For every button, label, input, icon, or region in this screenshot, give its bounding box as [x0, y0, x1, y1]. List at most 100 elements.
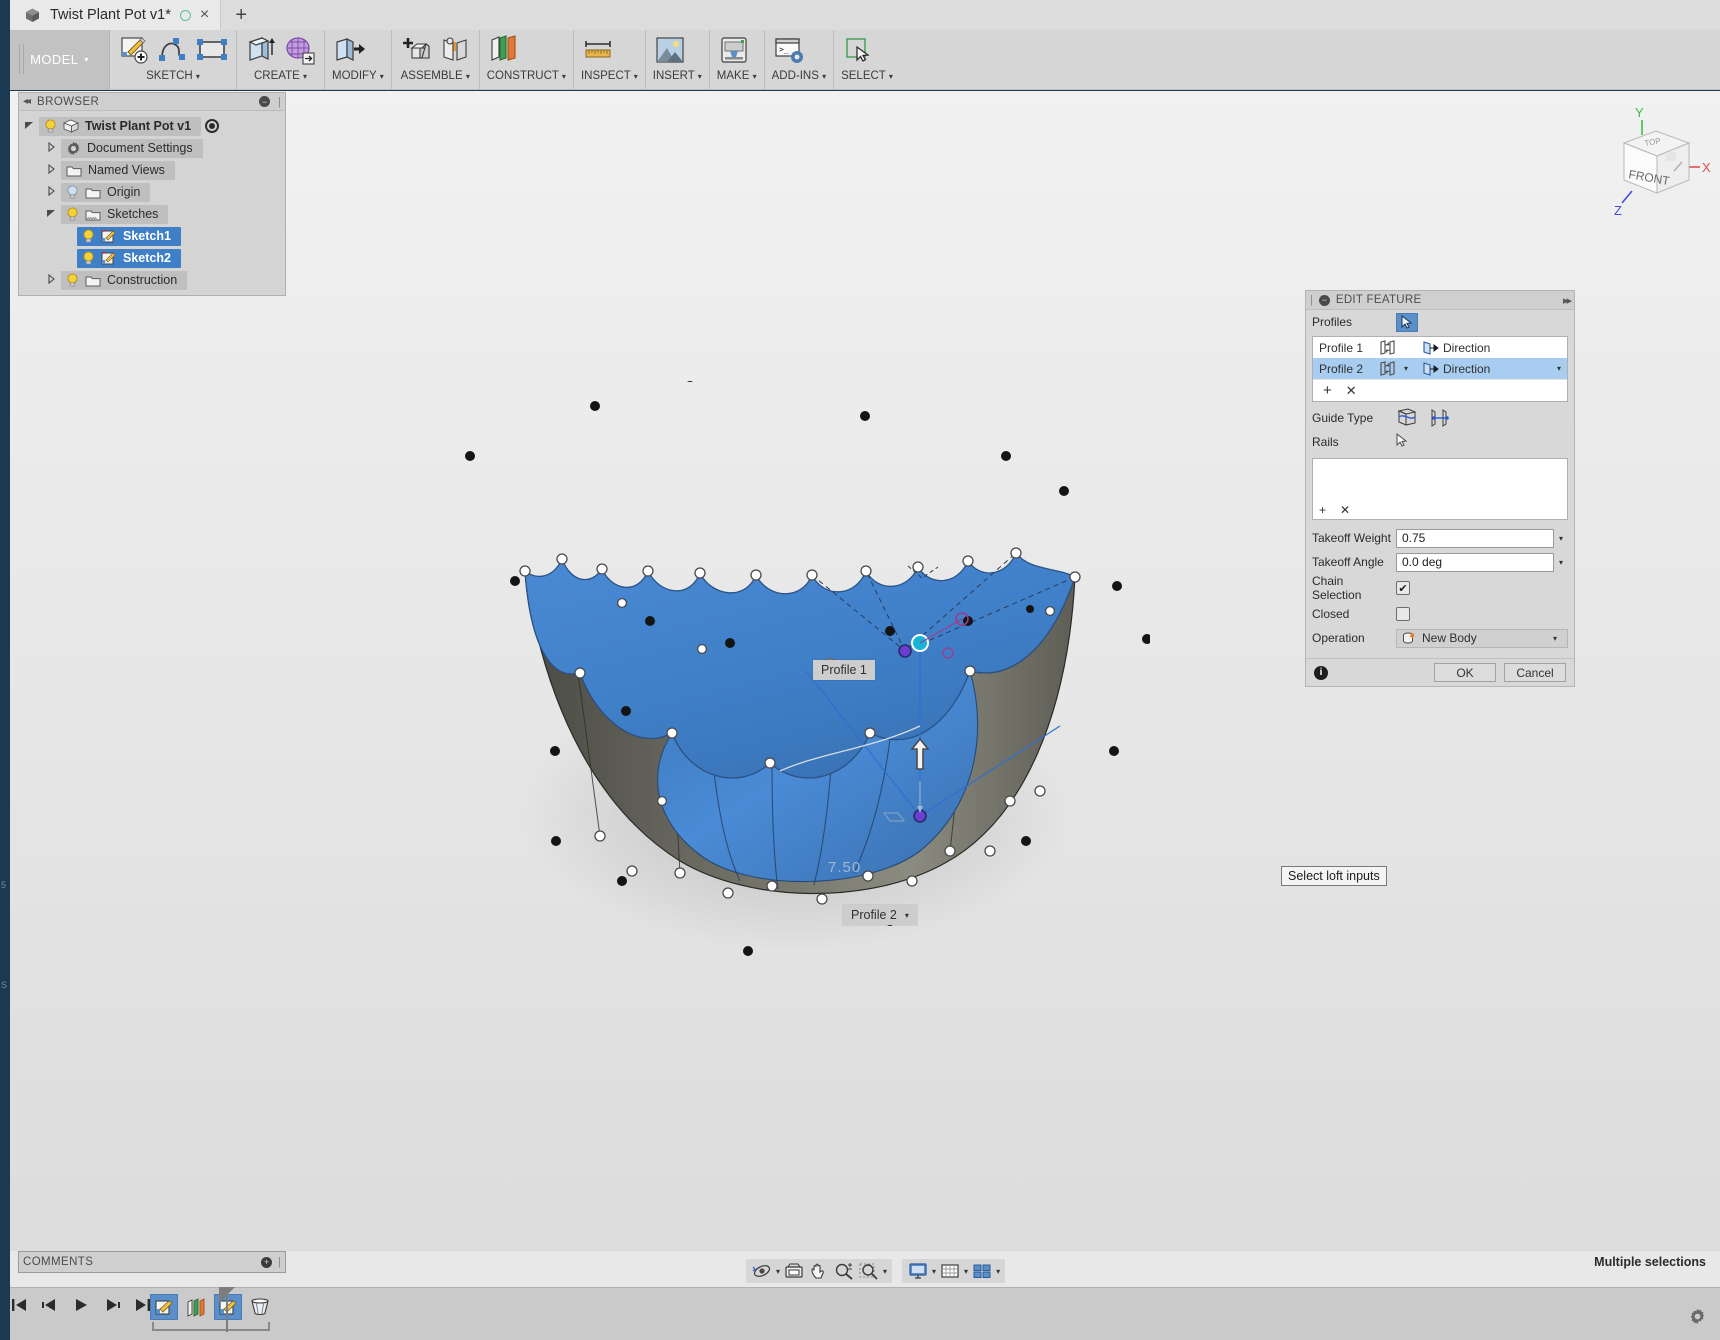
chevron-down-icon[interactable]: ▾ — [1400, 364, 1412, 373]
dimension-value-label[interactable]: 7.50 — [828, 859, 861, 876]
viewports-icon[interactable] — [971, 1261, 993, 1281]
remove-profile-button[interactable]: ✕ — [1346, 383, 1357, 399]
scripts-addins-icon[interactable]: >_ — [772, 33, 806, 67]
look-at-icon[interactable] — [783, 1261, 805, 1281]
extrude-icon[interactable] — [244, 33, 278, 67]
visibility-bulb-icon[interactable] — [66, 272, 79, 288]
chevron-down-icon[interactable]: ▾ — [1548, 634, 1562, 643]
activate-component-radio[interactable] — [205, 119, 220, 133]
create-sketch-icon[interactable] — [117, 33, 151, 67]
profile-list-row[interactable]: Profile 2 ▾ Direction ▾ — [1313, 358, 1567, 379]
play-icon[interactable] — [72, 1296, 90, 1314]
timeline-marker[interactable] — [219, 1287, 235, 1332]
display-settings-icon[interactable] — [907, 1261, 929, 1281]
operation-select[interactable]: New Body ▾ — [1396, 628, 1568, 648]
insert-mcmaster-icon[interactable] — [653, 33, 687, 67]
profiles-list[interactable]: Profile 1 Direction Profile 2 ▾ Directio… — [1312, 336, 1568, 402]
comments-resize-handle[interactable]: | — [278, 1256, 281, 1268]
3d-print-icon[interactable] — [717, 33, 751, 67]
rails-icon[interactable] — [1396, 408, 1420, 428]
profile-1-canvas-label[interactable]: Profile 1 — [813, 660, 875, 680]
minimize-icon[interactable]: − — [259, 96, 271, 107]
tree-item-twist-plant-pot[interactable]: Twist Plant Pot v1 — [39, 116, 202, 136]
chevron-down-icon[interactable]: ▾ — [1554, 534, 1568, 543]
view-cube[interactable]: Y X Z TOP FRONT — [1594, 95, 1714, 225]
rails-cursor-icon[interactable] — [1396, 432, 1418, 451]
cancel-button[interactable]: Cancel — [1504, 663, 1566, 682]
visibility-bulb-icon[interactable] — [44, 118, 57, 134]
step-back-icon[interactable] — [41, 1296, 59, 1314]
new-tab-button[interactable]: + — [221, 0, 262, 30]
tree-item-sketch2[interactable]: Sketch2 — [77, 248, 181, 268]
chevron-down-icon[interactable]: ▾ — [905, 911, 909, 920]
chevron-down-icon[interactable]: ▾ — [964, 1267, 968, 1276]
chevron-down-icon[interactable]: ▾ — [932, 1267, 936, 1276]
tree-item-named-views[interactable]: Named Views — [61, 160, 175, 180]
add-profile-button[interactable]: + — [1323, 383, 1332, 398]
profile-2-canvas-label[interactable]: Profile 2 ▾ — [843, 905, 917, 925]
comments-panel[interactable]: COMMENTS + | — [18, 1251, 286, 1273]
visibility-bulb-icon[interactable] — [66, 184, 79, 200]
chevron-down-icon[interactable]: ▾ — [996, 1267, 1000, 1276]
takeoff-weight-input[interactable]: 0.75 — [1396, 528, 1554, 548]
collapse-panel-icon[interactable]: ◂◂ — [23, 96, 31, 107]
new-component-icon[interactable] — [399, 33, 433, 67]
go-to-beginning-icon[interactable] — [10, 1296, 28, 1314]
rails-list[interactable]: + ✕ — [1312, 458, 1568, 520]
expand-arrow-icon[interactable] — [41, 273, 61, 286]
centerline-icon[interactable] — [1428, 408, 1452, 428]
ok-button[interactable]: OK — [1434, 663, 1496, 682]
info-icon[interactable]: i — [1314, 665, 1328, 680]
joint-icon[interactable] — [438, 33, 472, 67]
tree-item-origin[interactable]: Origin — [61, 182, 151, 202]
expand-arrow-icon[interactable] — [41, 185, 61, 198]
expand-arrow-icon[interactable] — [41, 208, 61, 220]
orbit-icon[interactable] — [751, 1261, 773, 1281]
zoom-window-icon[interactable] — [858, 1261, 880, 1281]
chevron-down-icon[interactable]: ▾ — [1557, 364, 1563, 373]
visibility-bulb-icon[interactable] — [66, 206, 79, 222]
pin-icon[interactable]: ▸▸ — [1563, 294, 1572, 307]
tree-item-construction[interactable]: Construction — [61, 270, 188, 290]
select-icon[interactable] — [841, 33, 875, 67]
grid-snap-icon[interactable] — [939, 1261, 961, 1281]
expand-arrow-icon[interactable] — [41, 163, 61, 176]
tree-row-sketch2[interactable]: Sketch2 — [19, 247, 285, 269]
rectangle-icon[interactable] — [195, 33, 229, 67]
tree-row-root[interactable]: Twist Plant Pot v1 — [19, 115, 285, 137]
closed-checkbox[interactable] — [1396, 607, 1410, 621]
step-forward-icon[interactable] — [103, 1296, 121, 1314]
tree-item-document-settings[interactable]: Document Settings — [61, 138, 203, 158]
profile-list-row[interactable]: Profile 1 Direction — [1313, 337, 1567, 358]
press-pull-icon[interactable] — [332, 33, 366, 67]
close-icon[interactable]: × — [200, 7, 209, 23]
timeline-feature-offset-plane[interactable] — [182, 1294, 210, 1320]
timeline-feature-loft[interactable] — [246, 1294, 274, 1320]
timeline-feature-sketch1[interactable] — [150, 1294, 178, 1320]
cursor-arrow-icon[interactable] — [1396, 312, 1418, 332]
dialog-header[interactable]: | − EDIT FEATURE ▸▸ — [1306, 291, 1574, 310]
panel-resize-handle[interactable]: | — [278, 96, 281, 108]
chain-selection-checkbox[interactable]: ✔ — [1396, 581, 1410, 595]
tree-item-sketches[interactable]: Sketches — [61, 204, 169, 224]
add-rail-button[interactable]: + — [1319, 503, 1326, 517]
settings-gear-icon[interactable] — [1689, 1308, 1706, 1325]
visibility-bulb-icon[interactable] — [82, 228, 95, 244]
tree-row-document-settings[interactable]: Document Settings — [19, 137, 285, 159]
measure-icon[interactable] — [581, 33, 615, 67]
takeoff-angle-input[interactable]: 0.0 deg — [1396, 552, 1554, 572]
remove-rail-button[interactable]: ✕ — [1340, 503, 1350, 517]
expand-arrow-icon[interactable] — [41, 141, 61, 154]
chevron-down-icon[interactable]: ▾ — [776, 1267, 780, 1276]
workspace-switcher[interactable]: MODEL ▾ — [10, 30, 110, 89]
tree-row-construction[interactable]: Construction — [19, 269, 285, 291]
chevron-down-icon[interactable]: ▾ — [883, 1267, 887, 1276]
form-icon[interactable] — [283, 33, 317, 67]
loft-preview-model[interactable] — [397, 370, 1152, 981]
pan-icon[interactable] — [808, 1261, 830, 1281]
offset-plane-icon[interactable] — [487, 33, 521, 67]
spline-icon[interactable] — [156, 33, 190, 67]
add-comment-button[interactable]: + — [261, 1256, 273, 1268]
tree-row-origin[interactable]: Origin — [19, 181, 285, 203]
collapse-icon[interactable]: − — [1318, 294, 1330, 306]
